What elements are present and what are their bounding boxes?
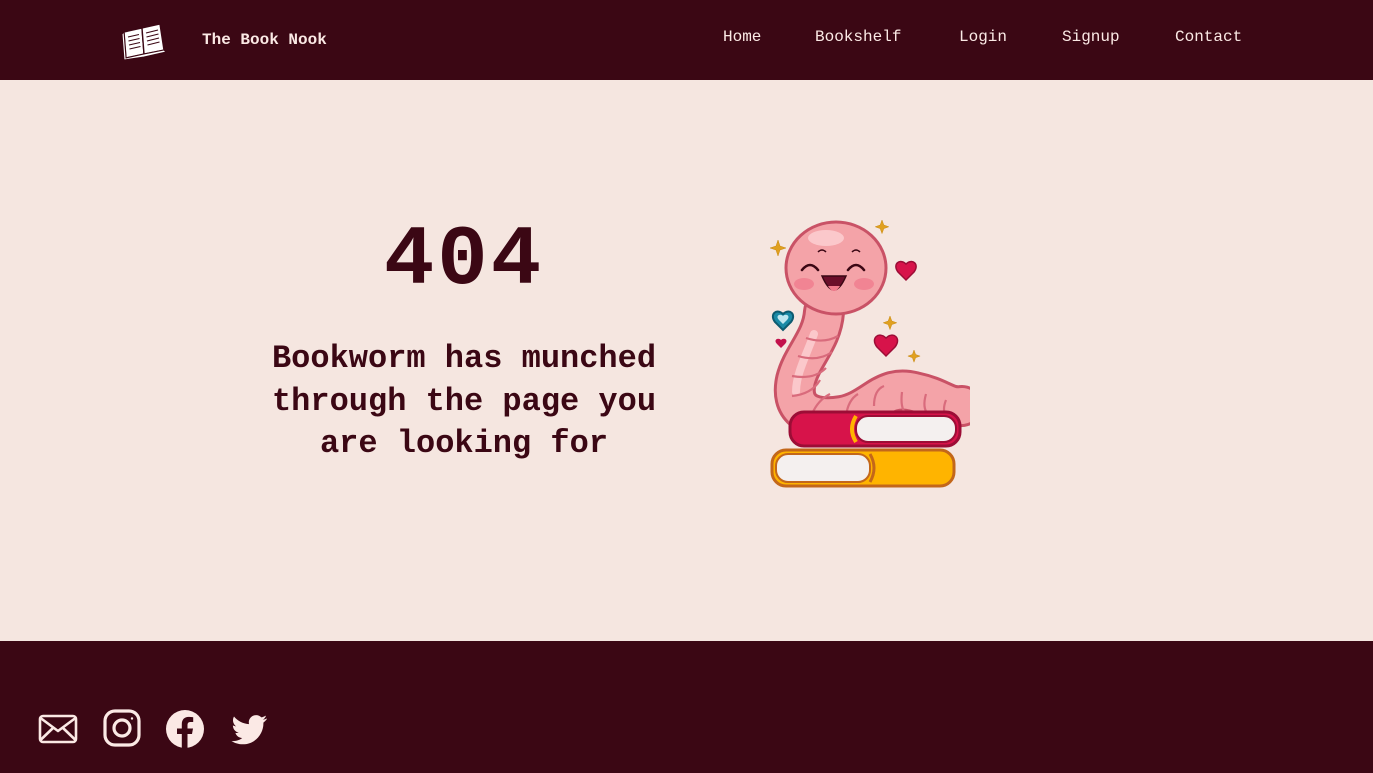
nav-signup[interactable]: Signup	[1062, 28, 1120, 46]
main-nav: Home Bookshelf Login Signup Contact	[0, 28, 1373, 52]
navbar: The Book Nook Home Bookshelf Login Signu…	[0, 0, 1373, 80]
facebook-icon[interactable]	[165, 709, 205, 749]
twitter-icon[interactable]	[229, 709, 269, 749]
nav-contact[interactable]: Contact	[1175, 28, 1242, 46]
mail-icon[interactable]	[38, 709, 78, 749]
footer	[0, 641, 1373, 773]
nav-bookshelf[interactable]: Bookshelf	[815, 28, 901, 46]
main-content: 404 Bookworm has munched through the pag…	[0, 80, 1373, 641]
bookworm-on-books-illustration	[769, 219, 970, 488]
instagram-icon[interactable]	[102, 709, 142, 749]
nav-home[interactable]: Home	[723, 28, 761, 46]
error-code: 404	[383, 214, 545, 309]
nav-login[interactable]: Login	[959, 28, 1007, 46]
error-message: Bookworm has munched through the page yo…	[271, 340, 657, 462]
